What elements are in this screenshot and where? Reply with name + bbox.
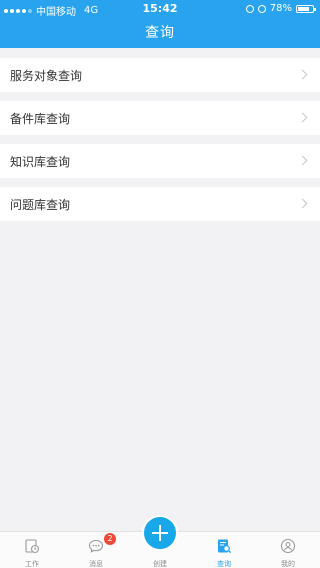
tab-label: 消息 bbox=[89, 560, 103, 568]
battery-icon bbox=[296, 4, 316, 13]
unread-badge: 2 bbox=[104, 533, 116, 545]
menu-item-knowledge-base[interactable]: 知识库查询 bbox=[0, 144, 320, 178]
menu-item-problem-base[interactable]: 问题库查询 bbox=[0, 187, 320, 221]
battery-level bbox=[298, 6, 309, 11]
work-icon bbox=[25, 539, 40, 554]
query-menu: 服务对象查询 备件库查询 知识库查询 问题库查询 bbox=[0, 58, 320, 230]
chevron-right-icon bbox=[297, 112, 308, 123]
create-plus-button[interactable] bbox=[142, 515, 178, 551]
battery-percent: 78% bbox=[269, 3, 292, 14]
tab-label: 我的 bbox=[281, 560, 295, 568]
menu-item-service-object[interactable]: 服务对象查询 bbox=[0, 58, 320, 92]
profile-icon bbox=[280, 538, 296, 554]
tab-profile[interactable]: 我的 bbox=[256, 532, 320, 568]
tab-work[interactable]: 工作 bbox=[0, 532, 64, 568]
menu-item-label: 备件库查询 bbox=[10, 111, 71, 126]
orientation-lock-icon bbox=[245, 4, 254, 13]
chevron-right-icon bbox=[297, 69, 308, 80]
tab-label: 创建 bbox=[153, 560, 167, 568]
tab-messages[interactable]: 2 消息 bbox=[64, 532, 128, 568]
page-title: 查询 bbox=[145, 25, 175, 41]
menu-item-spare-parts[interactable]: 备件库查询 bbox=[0, 101, 320, 135]
message-icon bbox=[88, 539, 104, 553]
nav-bar: 查询 bbox=[0, 18, 320, 48]
chevron-right-icon bbox=[297, 155, 308, 166]
menu-item-label: 问题库查询 bbox=[10, 197, 71, 212]
status-bar: 中国移动 4G 15:42 78% bbox=[0, 0, 320, 18]
alarm-icon bbox=[257, 4, 266, 13]
tab-query[interactable]: 查询 bbox=[192, 532, 256, 568]
query-icon bbox=[218, 539, 232, 554]
menu-item-label: 服务对象查询 bbox=[10, 68, 83, 83]
query-screen: 中国移动 4G 15:42 78% 查询 服务对象查询 备件库查询 知识库查询 bbox=[0, 0, 320, 568]
status-right: 78% bbox=[245, 3, 316, 14]
tab-label: 查询 bbox=[217, 560, 231, 568]
menu-item-label: 知识库查询 bbox=[10, 154, 71, 169]
chevron-right-icon bbox=[297, 198, 308, 209]
tab-label: 工作 bbox=[25, 560, 39, 568]
